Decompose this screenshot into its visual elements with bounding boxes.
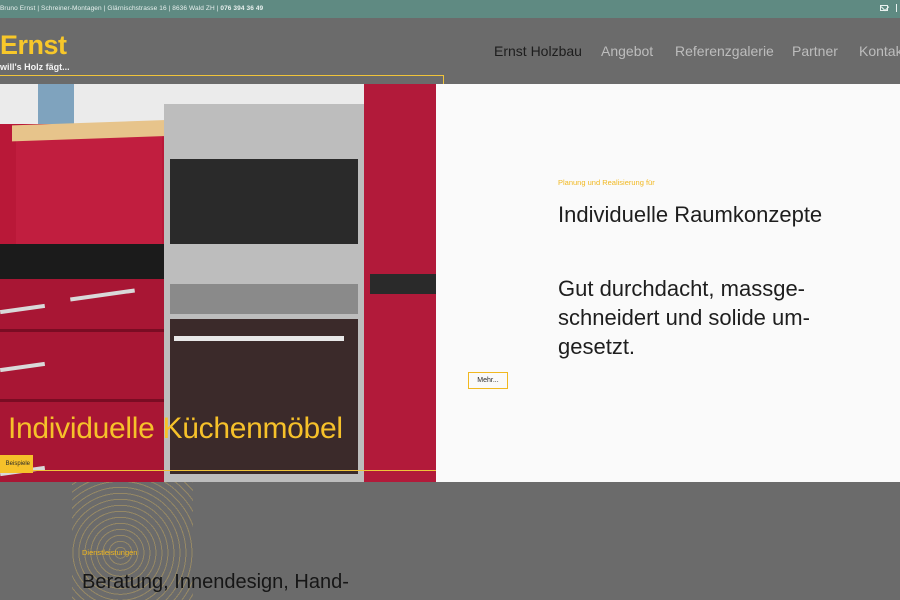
phone-number[interactable]: 076 394 36 49: [220, 5, 263, 12]
top-bar: Bruno Ernst | Schreiner-Montagen | Glärn…: [0, 0, 900, 18]
hero-subline: Gut durchdacht, massge-schneidert und so…: [558, 276, 810, 359]
nav-item-angebot[interactable]: Angebot: [601, 43, 653, 59]
photo-window: [38, 84, 74, 124]
contact-info-text: Bruno Ernst | Schreiner-Montagen | Glärn…: [0, 5, 221, 12]
services-kicker: Dienstleistungen: [82, 548, 138, 557]
more-button[interactable]: Mehr...: [468, 372, 508, 389]
site-header: Ernst will's Holz fägt... Ernst Holzbau …: [0, 18, 900, 80]
nav-item-ernst-holzbau[interactable]: Ernst Holzbau: [494, 43, 582, 59]
hero-content: Planung und Realisierung für Individuell…: [436, 84, 900, 482]
photo-right-counter: [370, 274, 436, 294]
nav-item-referenzgalerie[interactable]: Referenzgalerie: [675, 43, 774, 59]
logo-tagline: will's Holz fägt...: [0, 62, 70, 72]
nav-item-partner[interactable]: Partner: [792, 43, 838, 59]
mail-icon[interactable]: [880, 5, 888, 11]
hero-kicker: Planung und Realisierung für: [558, 178, 655, 187]
hero-headline: Individuelle Raumkonzepte: [558, 202, 823, 227]
photo-dark-counter: [0, 244, 165, 279]
main-nav: Ernst Holzbau Angebot Referenzgalerie Pa…: [0, 43, 900, 63]
services-title: Beratung, Innendesign, Hand-: [82, 571, 349, 593]
services-section: Dienstleistungen Beratung, Innendesign, …: [0, 482, 900, 600]
contact-info: Bruno Ernst | Schreiner-Montagen | Glärn…: [0, 5, 263, 12]
hero-image-title: Individuelle Küchenmöbel: [8, 412, 343, 445]
examples-button[interactable]: Beispiele: [0, 455, 33, 473]
photo-lower-cabinet: [0, 279, 165, 482]
divider-icon: [896, 4, 900, 12]
nav-item-kontakt[interactable]: Kontakt: [859, 43, 900, 59]
